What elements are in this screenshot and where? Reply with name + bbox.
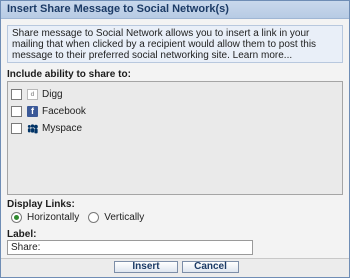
cancel-button[interactable]: Cancel xyxy=(182,261,239,273)
dialog-body: Share message to Social Network allows y… xyxy=(1,19,349,277)
dialog-title: Insert Share Message to Social Network(s… xyxy=(7,3,229,15)
label-input[interactable] xyxy=(7,240,253,255)
myspace-label: Myspace xyxy=(42,123,83,134)
label-field-label: Label: xyxy=(7,229,37,240)
share-section-label: Include ability to share to: xyxy=(7,69,131,80)
insert-share-dialog: Insert Share Message to Social Network(s… xyxy=(0,0,350,278)
horizontally-label: Horizontally xyxy=(27,211,80,223)
digg-checkbox[interactable] xyxy=(11,89,22,100)
dialog-title-bar[interactable]: Insert Share Message to Social Network(s… xyxy=(1,1,349,19)
digg-label: Digg xyxy=(42,89,63,100)
display-links-label: Display Links: xyxy=(7,199,75,210)
myspace-icon xyxy=(27,123,38,134)
facebook-icon: f xyxy=(27,106,38,117)
share-option-myspace[interactable]: Myspace xyxy=(11,122,82,135)
facebook-checkbox[interactable] xyxy=(11,106,22,117)
info-box: Share message to Social Network allows y… xyxy=(7,25,343,63)
learn-more-link[interactable]: Learn more... xyxy=(233,50,292,61)
vertically-label: Vertically xyxy=(104,211,145,223)
myspace-checkbox[interactable] xyxy=(11,123,22,134)
share-option-facebook[interactable]: f Facebook xyxy=(11,105,86,118)
insert-button[interactable]: Insert xyxy=(114,261,178,273)
horizontally-radio[interactable] xyxy=(11,211,22,223)
dialog-button-bar: Insert Cancel xyxy=(1,258,349,277)
share-networks-box: d Digg f Facebook Myspace xyxy=(7,81,343,195)
digg-icon: d xyxy=(27,89,38,100)
share-option-digg[interactable]: d Digg xyxy=(11,88,63,101)
display-links-options: Horizontally Vertically xyxy=(11,211,153,223)
vertically-radio[interactable] xyxy=(88,211,100,223)
facebook-label: Facebook xyxy=(42,106,86,117)
